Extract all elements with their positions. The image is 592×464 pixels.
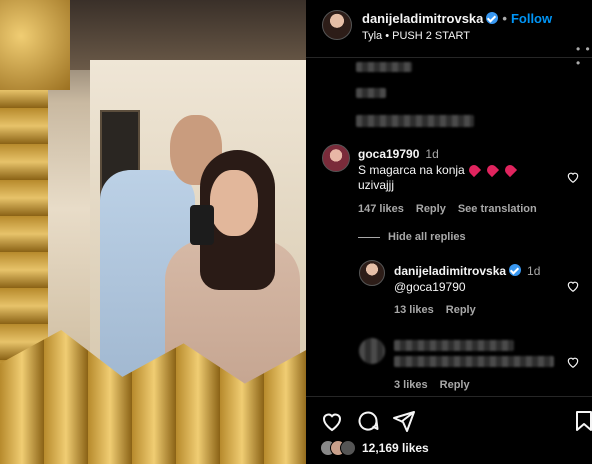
- heart-icon[interactable]: [320, 409, 344, 433]
- comment-icon[interactable]: [356, 409, 380, 433]
- reply-comment: danijeladimitrovska 1d @goca19790: [394, 262, 574, 295]
- likes-row: 12,169 likes: [320, 440, 429, 456]
- blurred-text: [356, 115, 474, 127]
- red-heart-icon: [484, 162, 499, 178]
- reply-likes[interactable]: 13 likes: [394, 304, 434, 316]
- blurred-text: [394, 356, 554, 367]
- comment-text-line1: S magarca na konja: [358, 163, 465, 177]
- comment-text: S magarca na konja: [358, 162, 558, 178]
- verified-icon: [486, 12, 499, 24]
- liker-avatar[interactable]: [340, 440, 356, 456]
- blurred-text: [394, 340, 514, 351]
- see-translation-button[interactable]: See translation: [458, 203, 537, 215]
- comment: goca19790 1d S magarca na konja uzivajjj: [358, 145, 558, 193]
- red-heart-icon: [466, 162, 481, 178]
- reply-username[interactable]: danijeladimitrovska: [394, 264, 506, 278]
- audio-track[interactable]: Tyla • PUSH 2 START: [362, 30, 470, 42]
- reply-meta: 13 likes Reply: [394, 304, 488, 316]
- follow-button[interactable]: Follow: [511, 11, 552, 26]
- mirror-frame-top: [0, 0, 70, 90]
- third-meta: 3 likes Reply: [394, 379, 482, 391]
- share-icon[interactable]: [392, 409, 416, 433]
- blurred-text: [356, 88, 386, 98]
- reply-avatar[interactable]: [359, 260, 385, 286]
- red-heart-icon: [502, 162, 517, 178]
- post-header: danijeladimitrovska • Follow Tyla • PUSH 2…: [306, 0, 592, 70]
- bookmark-icon[interactable]: [572, 409, 592, 433]
- third-reply-button[interactable]: Reply: [440, 379, 470, 391]
- post-photo[interactable]: [0, 0, 306, 464]
- comment-time: 1d: [425, 147, 439, 161]
- comment-avatar[interactable]: [322, 144, 350, 172]
- blurred-text: [356, 62, 412, 72]
- verified-icon: [509, 264, 522, 276]
- reply-time: 1d: [527, 264, 541, 278]
- comments-panel: danijeladimitrovska • Follow Tyla • PUSH 2…: [306, 0, 592, 464]
- like-reply-heart-icon[interactable]: [566, 279, 580, 293]
- username-link[interactable]: danijeladimitrovska: [362, 11, 483, 26]
- more-options-icon[interactable]: • • •: [576, 42, 592, 70]
- like-comment-heart-icon[interactable]: [566, 170, 580, 184]
- likes-count[interactable]: 12,169 likes: [362, 441, 429, 455]
- avatar[interactable]: [322, 10, 352, 40]
- third-likes[interactable]: 3 likes: [394, 379, 428, 391]
- separator-dot: •: [502, 11, 507, 26]
- comment-likes[interactable]: 147 likes: [358, 203, 404, 215]
- reply-text: @goca19790: [394, 280, 466, 294]
- comment-username[interactable]: goca19790: [358, 147, 419, 161]
- blurred-avatar: [359, 338, 385, 364]
- comment-text-line2: uzivajjj: [358, 178, 395, 192]
- hide-replies-button[interactable]: Hide all replies: [358, 231, 466, 243]
- reply-reply-button[interactable]: Reply: [446, 304, 476, 316]
- post-actions: 12,169 likes: [306, 396, 592, 464]
- like-comment-heart-icon[interactable]: [566, 355, 580, 369]
- comment-meta: 147 likes Reply See translation: [358, 203, 549, 215]
- photo-phone: [190, 205, 214, 245]
- photo-woman-face: [210, 170, 258, 236]
- comment-reply-button[interactable]: Reply: [416, 203, 446, 215]
- post-username: danijeladimitrovska • Follow: [362, 11, 552, 26]
